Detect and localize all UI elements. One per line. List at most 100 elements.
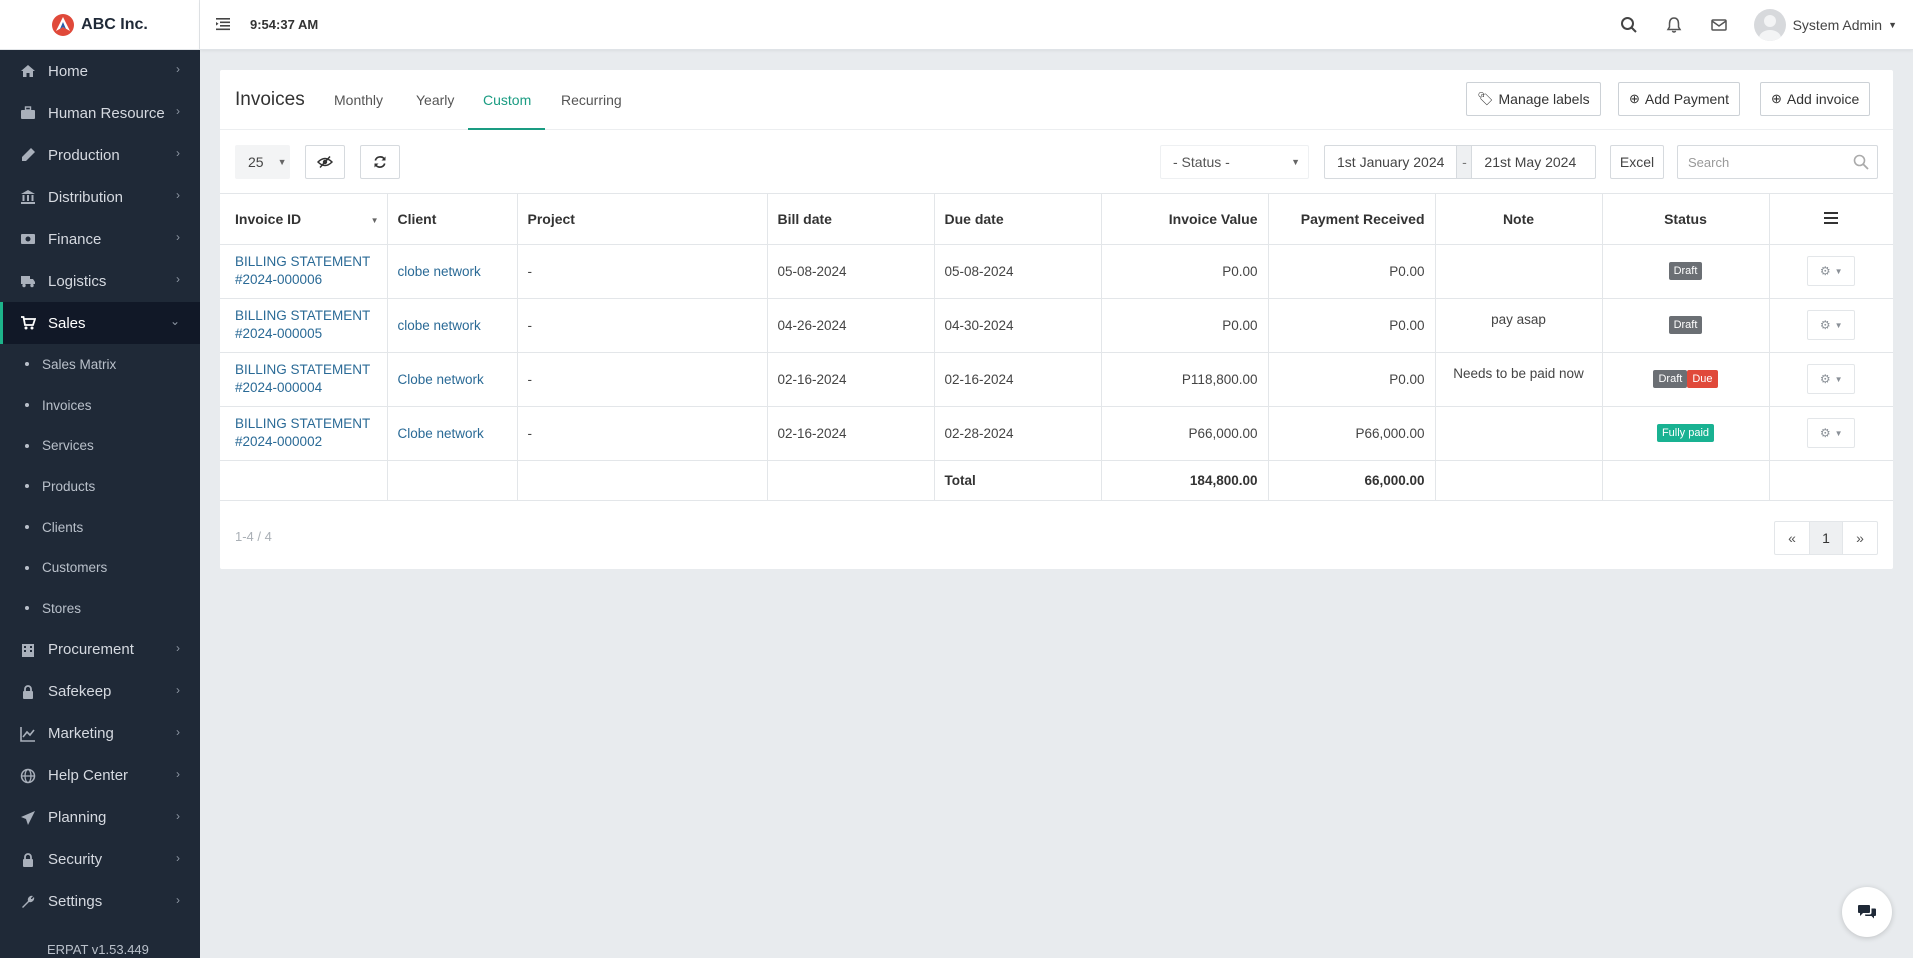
- excel-export-button[interactable]: Excel: [1610, 145, 1664, 179]
- bell-icon[interactable]: [1665, 16, 1683, 34]
- sidebar-item-marketing[interactable]: Marketing ›: [0, 713, 200, 755]
- col-status[interactable]: Status: [1602, 194, 1770, 245]
- invoice-id-link[interactable]: BILLING STATEMENT #2024-000002: [220, 406, 388, 461]
- sidebar-item-safekeep[interactable]: Safekeep ›: [0, 671, 200, 713]
- status-badge: Draft: [1668, 316, 1703, 334]
- user-menu[interactable]: System Admin ▼: [1753, 9, 1897, 41]
- chat-button[interactable]: [1842, 887, 1892, 937]
- col-project[interactable]: Project: [517, 194, 768, 245]
- sidebar-item-procurement[interactable]: Procurement ›: [0, 629, 200, 671]
- col-payment-received[interactable]: Payment Received: [1268, 194, 1436, 245]
- col-note[interactable]: Note: [1435, 194, 1603, 245]
- submenu-item-services[interactable]: Services: [0, 425, 200, 466]
- pagination-next[interactable]: »: [1843, 522, 1877, 554]
- pagination-prev[interactable]: «: [1775, 522, 1809, 554]
- table-footer: 1-4 / 4 « 1 »: [220, 501, 1893, 569]
- row-actions-button[interactable]: ⚙ ▼: [1807, 364, 1856, 394]
- sidebar-item-help-center[interactable]: Help Center ›: [0, 755, 200, 797]
- sidebar-item-distribution[interactable]: Distribution ›: [0, 176, 200, 218]
- sidebar-item-settings[interactable]: Settings ›: [0, 881, 200, 923]
- client-link[interactable]: clobe network: [387, 298, 518, 353]
- tab-custom[interactable]: Custom: [483, 92, 531, 108]
- tab-recurring[interactable]: Recurring: [561, 92, 622, 108]
- submenu-item-sales-matrix[interactable]: Sales Matrix: [0, 344, 200, 385]
- chevron-right-icon: ›: [176, 724, 180, 739]
- status-badge: Draft: [1653, 370, 1688, 388]
- search-icon: [1853, 154, 1869, 170]
- table-body: BILLING STATEMENT #2024-000006 clobe netwo…: [220, 244, 1893, 501]
- submenu-item-label: Invoices: [42, 397, 92, 413]
- chevron-right-icon: ›: [176, 230, 180, 244]
- manage-labels-label: Manage labels: [1498, 91, 1590, 107]
- search-input[interactable]: Search: [1677, 145, 1878, 179]
- submenu-item-label: Products: [42, 478, 96, 494]
- sidebar-item-production[interactable]: Production ›: [0, 134, 200, 176]
- submenu-item-invoices[interactable]: Invoices: [0, 385, 200, 426]
- client-link[interactable]: Clobe network: [387, 406, 518, 461]
- col-client[interactable]: Client: [387, 194, 518, 245]
- project-cell: -: [517, 352, 768, 407]
- add-payment-button[interactable]: ⊕ Add Payment: [1618, 82, 1740, 116]
- date-from-input[interactable]: 1st January 2024: [1325, 154, 1456, 170]
- invoice-id-link[interactable]: BILLING STATEMENT #2024-000006: [220, 244, 388, 299]
- version-label: ERPAT v1.53.449: [47, 942, 149, 957]
- sidebar-item-home[interactable]: Home ›: [0, 50, 200, 92]
- status-badge: Due: [1687, 370, 1718, 388]
- invoice-value-cell: P0.00: [1101, 298, 1269, 353]
- row-actions-button[interactable]: ⚙ ▼: [1807, 256, 1856, 286]
- bullet-icon: [25, 484, 29, 489]
- card-header: Invoices Monthly Yearly Custom Recurring…: [220, 70, 1893, 130]
- user-name: System Admin: [1792, 17, 1883, 33]
- status-badge: Fully paid: [1656, 424, 1715, 442]
- tab-monthly[interactable]: Monthly: [334, 92, 383, 108]
- chevron-down-icon: ▼: [1888, 20, 1897, 30]
- submenu-item-customers[interactable]: Customers: [0, 547, 200, 588]
- col-actions[interactable]: [1769, 194, 1893, 245]
- sidebar-item-security[interactable]: Security ›: [0, 839, 200, 881]
- sidebar-item-planning[interactable]: Planning ›: [0, 797, 200, 839]
- row-actions-button[interactable]: ⚙ ▼: [1807, 418, 1856, 448]
- sidebar-item-human-resource[interactable]: Human Resource ›: [0, 92, 200, 134]
- invoice-id-link[interactable]: BILLING STATEMENT #2024-000005: [220, 298, 388, 353]
- client-link[interactable]: Clobe network: [387, 352, 518, 407]
- total-label: Total: [934, 460, 1102, 501]
- sidebar-item-label: Planning: [48, 809, 107, 827]
- tab-yearly[interactable]: Yearly: [416, 92, 454, 108]
- note-cell: Needs to be paid now: [1435, 352, 1603, 407]
- chevron-right-icon: ›: [176, 640, 180, 655]
- column-visibility-button[interactable]: [305, 145, 345, 179]
- search-icon[interactable]: [1620, 16, 1638, 34]
- mail-icon[interactable]: [1710, 16, 1728, 34]
- sidebar-item-logistics[interactable]: Logistics ›: [0, 260, 200, 302]
- col-due-date[interactable]: Due date: [934, 194, 1102, 245]
- col-bill-date[interactable]: Bill date: [767, 194, 935, 245]
- refresh-button[interactable]: [360, 145, 400, 179]
- submenu-item-products[interactable]: Products: [0, 466, 200, 507]
- actions-cell: ⚙ ▼: [1769, 406, 1893, 461]
- truck-icon: [20, 273, 36, 289]
- date-to-input[interactable]: 21st May 2024: [1472, 154, 1588, 170]
- sales-submenu: Sales Matrix Invoices Services Products Clie…: [0, 344, 200, 629]
- chevron-right-icon: ›: [176, 682, 180, 697]
- invoices-table: Invoice ID ▼ Client Project Bill date Due…: [220, 194, 1893, 501]
- sidebar-item-sales[interactable]: Sales ⌄: [0, 302, 200, 344]
- menu-toggle-icon[interactable]: [216, 17, 230, 31]
- status-select[interactable]: - Status - ▼: [1160, 145, 1309, 179]
- brand[interactable]: ABC Inc.: [0, 0, 200, 50]
- manage-labels-button[interactable]: 🏷 Manage labels: [1466, 82, 1601, 116]
- page-size-select[interactable]: 25 ▼: [235, 145, 290, 179]
- status-cell: Draft: [1602, 244, 1770, 299]
- row-actions-button[interactable]: ⚙ ▼: [1807, 310, 1856, 340]
- status-cell: Draft Due: [1602, 352, 1770, 407]
- pagination-page-1[interactable]: 1: [1809, 521, 1843, 554]
- record-range: 1-4 / 4: [235, 528, 272, 544]
- invoice-id-link[interactable]: BILLING STATEMENT #2024-000004: [220, 352, 388, 407]
- col-invoice-value[interactable]: Invoice Value: [1101, 194, 1269, 245]
- client-link[interactable]: clobe network: [387, 244, 518, 299]
- submenu-item-stores[interactable]: Stores: [0, 588, 200, 629]
- submenu-item-clients[interactable]: Clients: [0, 507, 200, 548]
- sidebar-item-finance[interactable]: Finance ›: [0, 218, 200, 260]
- plus-circle-icon: ⊕: [1629, 91, 1640, 106]
- add-invoice-button[interactable]: ⊕ Add invoice: [1760, 82, 1871, 116]
- col-invoice-id[interactable]: Invoice ID ▼: [220, 194, 388, 245]
